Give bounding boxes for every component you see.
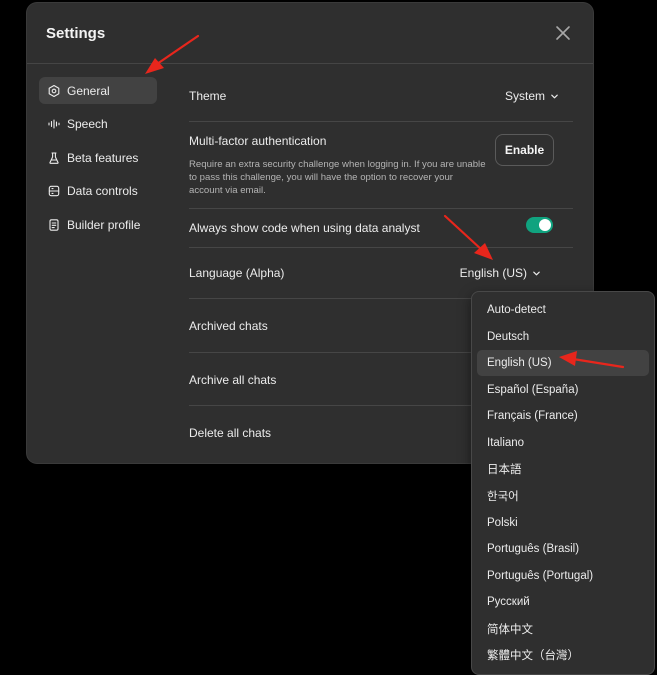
- language-option-portugues-brasil[interactable]: Português (Brasil): [477, 536, 649, 562]
- close-icon: [556, 26, 570, 40]
- theme-select[interactable]: System: [505, 89, 559, 103]
- language-option-russian[interactable]: Русский: [477, 589, 649, 615]
- sidebar-item-beta-features[interactable]: Beta features: [39, 144, 157, 171]
- mfa-enable-button[interactable]: Enable: [495, 134, 554, 166]
- mfa-description: Require an extra security challenge when…: [189, 159, 486, 196]
- language-option-auto-detect[interactable]: Auto-detect: [477, 297, 649, 323]
- code-label: Always show code when using data analyst: [189, 221, 420, 235]
- language-option-italiano[interactable]: Italiano: [477, 430, 649, 456]
- flask-icon: [47, 151, 61, 165]
- archived-chats-label: Archived chats: [189, 319, 268, 333]
- dialog-title: Settings: [46, 25, 106, 42]
- theme-row: Theme System: [189, 63, 573, 122]
- dialog-header: Settings: [27, 3, 593, 64]
- language-option-deutsch[interactable]: Deutsch: [477, 324, 649, 350]
- delete-all-label: Delete all chats: [189, 426, 272, 440]
- toggle-knob: [539, 219, 551, 231]
- language-label: Language (Alpha): [189, 266, 285, 280]
- id-card-icon: [47, 218, 61, 232]
- database-icon: [47, 184, 61, 198]
- sidebar-item-label: General: [67, 83, 110, 98]
- language-select[interactable]: English (US): [460, 266, 541, 280]
- language-dropdown-menu: Auto-detect Deutsch English (US) Español…: [471, 291, 655, 675]
- language-value: English (US): [459, 266, 527, 280]
- close-button[interactable]: [553, 23, 573, 43]
- gear-icon: [47, 84, 61, 98]
- language-option-portugues-portugal[interactable]: Português (Portugal): [477, 563, 649, 589]
- chevron-down-icon: [551, 94, 558, 98]
- sidebar-item-label: Builder profile: [67, 217, 141, 232]
- sidebar-item-speech[interactable]: Speech: [39, 111, 157, 138]
- language-option-english-us[interactable]: English (US): [477, 350, 649, 376]
- language-option-francais[interactable]: Français (France): [477, 403, 649, 429]
- language-option-polski[interactable]: Polski: [477, 510, 649, 536]
- theme-label: Theme: [189, 89, 227, 103]
- chevron-down-icon: [533, 271, 540, 275]
- sidebar-item-label: Beta features: [67, 150, 139, 165]
- language-option-korean[interactable]: 한국어: [477, 483, 649, 509]
- language-option-espanol[interactable]: Español (España): [477, 377, 649, 403]
- language-option-japanese[interactable]: 日本語: [477, 456, 649, 482]
- sidebar-item-label: Speech: [67, 117, 108, 131]
- language-option-traditional-chinese[interactable]: 繁體中文（台灣）: [477, 642, 649, 668]
- mfa-row: Multi-factor authentication Require an e…: [189, 122, 573, 209]
- show-code-toggle[interactable]: [526, 217, 553, 233]
- sidebar-item-data-controls[interactable]: Data controls: [39, 178, 157, 205]
- sidebar-item-builder-profile[interactable]: Builder profile: [39, 211, 157, 238]
- sidebar-item-general[interactable]: General: [39, 77, 157, 104]
- code-row: Always show code when using data analyst: [189, 209, 573, 248]
- archive-all-label: Archive all chats: [189, 373, 277, 387]
- theme-value: System: [504, 89, 545, 103]
- language-option-simplified-chinese[interactable]: 简体中文: [477, 616, 649, 642]
- mfa-label: Multi-factor authentication: [189, 134, 327, 148]
- waveform-icon: [47, 117, 61, 131]
- settings-sidebar: General Speech Beta features Data contro…: [39, 77, 157, 245]
- sidebar-item-label: Data controls: [67, 184, 138, 198]
